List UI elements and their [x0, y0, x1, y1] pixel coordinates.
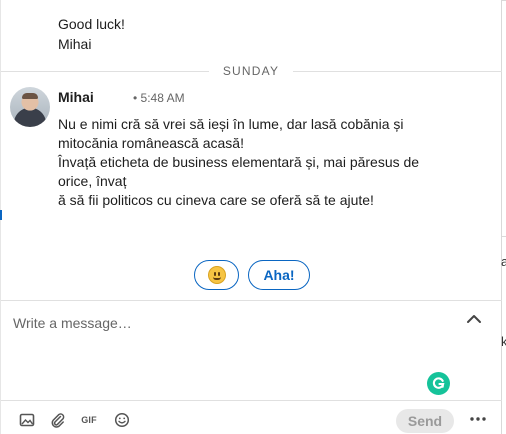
grammarly-g-glyph	[432, 377, 445, 389]
compose-divider	[1, 300, 503, 301]
toolbar-divider	[1, 400, 503, 401]
message-body: Nu e nimi cră să vrei să ieși în lume, d…	[58, 115, 478, 210]
day-divider-line-left	[1, 71, 209, 72]
emoji-mouth	[212, 277, 221, 280]
slightly-smiling-face-icon	[207, 266, 226, 284]
background-divider	[502, 236, 506, 237]
send-button[interactable]: Send	[396, 409, 454, 433]
previous-message-line: Mihai	[58, 35, 92, 52]
message-line: mitocănia românească acasă!	[58, 135, 244, 151]
quick-reply-emoji-button[interactable]	[194, 260, 239, 290]
avatar-hair	[22, 93, 38, 99]
previous-message-line: Good luck!	[58, 16, 125, 32]
message-line: Învață eticheta de business elementară ș…	[58, 154, 420, 170]
gif-icon[interactable]: GIF	[80, 411, 98, 429]
emoji-icon[interactable]	[113, 411, 131, 429]
day-divider: SUNDAY	[1, 61, 503, 81]
chat-window: Good luck! Mihai SUNDAY Mihai • 5:48 AM …	[0, 0, 503, 434]
background-accent-mark	[0, 210, 2, 220]
day-divider-line-right	[293, 71, 503, 72]
sender-name[interactable]: Mihai	[58, 89, 94, 105]
previous-message: Good luck! Mihai	[58, 15, 125, 54]
chevron-up-icon[interactable]	[463, 311, 485, 327]
background-window-edge	[502, 0, 506, 434]
message-line: orice, învaț	[58, 173, 127, 189]
message-input[interactable]	[13, 312, 453, 334]
background-text-fragment: k	[501, 334, 506, 349]
message-timestamp: • 5:48 AM	[133, 91, 185, 105]
day-divider-label: SUNDAY	[222, 64, 280, 78]
more-horizontal-icon[interactable]	[469, 416, 487, 422]
quick-reply-aha-button[interactable]: Aha!	[248, 260, 310, 290]
avatar[interactable]	[10, 87, 50, 127]
message-line: ă să fii politicos cu cineva care se ofe…	[58, 192, 374, 208]
message-line: Nu e nimi cră să vrei să ieși în lume, d…	[58, 116, 404, 132]
image-icon[interactable]	[18, 411, 36, 429]
grammarly-icon[interactable]	[427, 372, 450, 395]
background-text-fragment: al	[501, 254, 506, 269]
background-divider	[502, 0, 506, 1]
paperclip-icon[interactable]	[49, 411, 67, 429]
